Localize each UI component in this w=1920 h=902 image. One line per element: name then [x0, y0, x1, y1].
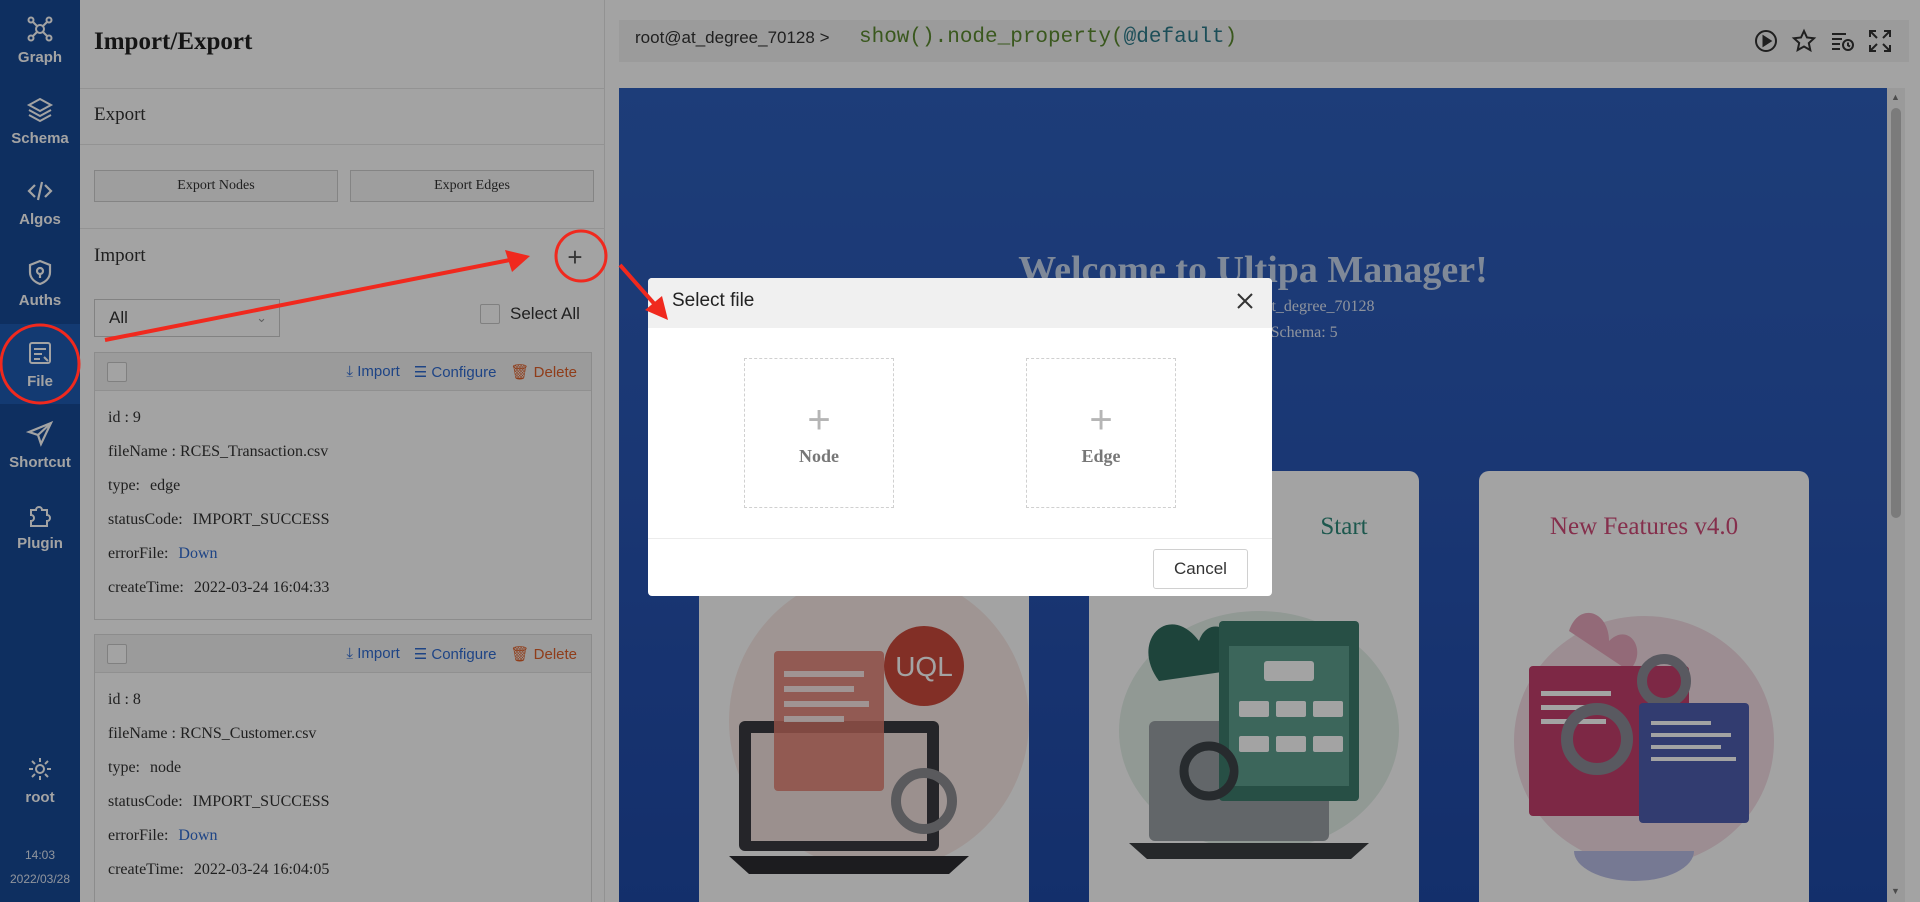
plus-icon: + — [807, 397, 831, 442]
app-root: Graph Schema Algos Auths File Shortcut P… — [0, 0, 1920, 902]
select-edge-file-button[interactable]: + Edge — [1026, 358, 1176, 508]
dialog-title: Select file — [672, 290, 755, 311]
dialog-header: Select file — [648, 278, 1272, 328]
close-icon[interactable] — [1232, 288, 1258, 314]
select-file-dialog: Select file + Node + Edge Cancel — [648, 278, 1272, 596]
plus-icon: + — [1089, 397, 1113, 442]
dialog-footer-divider — [648, 538, 1272, 539]
node-option-label: Node — [799, 445, 839, 466]
edge-option-label: Edge — [1081, 445, 1121, 466]
select-node-file-button[interactable]: + Node — [744, 358, 894, 508]
cancel-button[interactable]: Cancel — [1153, 549, 1248, 589]
